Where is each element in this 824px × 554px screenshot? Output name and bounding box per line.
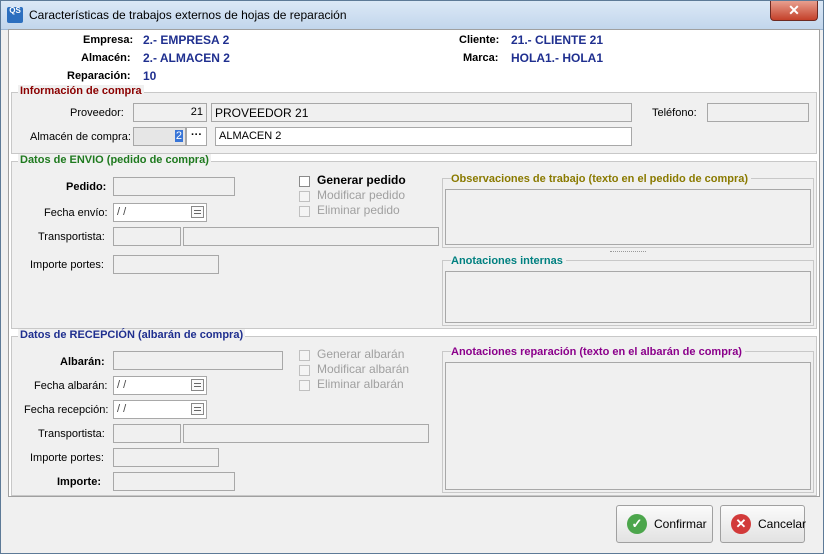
importe-label: Importe: <box>57 476 101 488</box>
almacen-compra-code: 2 <box>174 130 183 142</box>
generar-albaran-label: Generar albarán <box>317 347 405 361</box>
fecha-envio-field[interactable]: / / <box>113 203 207 222</box>
envio-legend: Datos de ENVIO (pedido de compra) <box>18 154 211 166</box>
importe-portes-envio-field[interactable] <box>113 255 219 274</box>
cancel-icon: ✕ <box>731 514 751 534</box>
empresa-label: Empresa: <box>83 34 134 46</box>
importe-portes-envio-label: Importe portes: <box>30 259 104 271</box>
cancelar-button[interactable]: ✕ Cancelar <box>720 505 807 543</box>
main-panel: Empresa: 2.- EMPRESA 2 Almacén: 2.- ALMA… <box>8 29 820 497</box>
eliminar-pedido-label: Eliminar pedido <box>317 203 400 217</box>
marca-label: Marca: <box>463 52 499 64</box>
generar-pedido-label: Generar pedido <box>317 173 406 187</box>
telefono-field[interactable] <box>707 103 809 122</box>
cliente-label: Cliente: <box>459 34 500 46</box>
recepcion-group: Datos de RECEPCIÓN (albarán de compra) A… <box>11 329 817 496</box>
almacen-compra-label: Almacén de compra: <box>30 131 131 143</box>
window-title: Características de trabajos externos de … <box>29 8 347 22</box>
modificar-albaran-label: Modificar albarán <box>317 362 410 376</box>
calendar-icon[interactable] <box>191 206 204 218</box>
albaran-field[interactable] <box>113 351 283 370</box>
calendar-icon[interactable] <box>191 379 204 391</box>
transportista-recepcion-name-field[interactable] <box>183 424 429 443</box>
almacen-compra-name-field[interactable]: ALMACEN 2 <box>215 127 632 146</box>
eliminar-albaran-checkbox[interactable] <box>299 380 310 391</box>
generar-albaran-checkbox[interactable] <box>299 350 310 361</box>
fecha-recepcion-label: Fecha recepción: <box>24 404 109 416</box>
compra-group: Información de compra Proveedor: 21 PROV… <box>11 85 817 154</box>
reparacion-label: Reparación: <box>67 70 131 82</box>
cliente-value: 21.- CLIENTE 21 <box>511 33 604 47</box>
anotaciones-reparacion-textarea[interactable] <box>445 362 811 490</box>
almacen-label: Almacén: <box>81 52 131 64</box>
confirmar-button[interactable]: ✓ Confirmar <box>616 505 713 543</box>
modificar-pedido-checkbox[interactable] <box>299 191 310 202</box>
eliminar-pedido-checkbox[interactable] <box>299 206 310 217</box>
fecha-recepcion-value: / / <box>117 403 127 415</box>
transportista-envio-name-field[interactable] <box>183 227 439 246</box>
modificar-pedido-label: Modificar pedido <box>317 188 406 202</box>
almacen-value: 2.- ALMACEN 2 <box>143 51 230 65</box>
generar-pedido-checkbox[interactable] <box>299 176 310 187</box>
eliminar-albaran-label: Eliminar albarán <box>317 377 404 391</box>
albaran-label: Albarán: <box>60 356 105 368</box>
check-icon: ✓ <box>627 514 647 534</box>
close-button[interactable]: ✕ <box>770 1 818 21</box>
anotaciones-internas-title: Anotaciones internas <box>451 255 566 267</box>
recepcion-legend: Datos de RECEPCIÓN (albarán de compra) <box>18 329 246 341</box>
importe-field[interactable] <box>113 472 235 491</box>
importe-portes-recepcion-label: Importe portes: <box>30 452 104 464</box>
envio-group: Datos de ENVIO (pedido de compra) Pedido… <box>11 154 817 329</box>
reparacion-value: 10 <box>143 69 157 83</box>
proveedor-code-field[interactable]: 21 <box>133 103 207 122</box>
observaciones-title: Observaciones de trabajo (texto en el pe… <box>451 173 752 185</box>
title-bar: QS Características de trabajos externos … <box>1 1 823 30</box>
fecha-albaran-label: Fecha albarán: <box>34 380 108 392</box>
almacen-compra-code-field[interactable]: 2 <box>133 127 186 146</box>
fecha-albaran-field[interactable]: / / <box>113 376 207 395</box>
telefono-label: Teléfono: <box>652 107 697 119</box>
pedido-field[interactable] <box>113 177 235 196</box>
fecha-envio-value: / / <box>117 206 127 218</box>
almacen-lookup-button[interactable]: ··· <box>186 127 207 146</box>
observaciones-textarea[interactable] <box>445 189 811 245</box>
fecha-albaran-value: / / <box>117 379 127 391</box>
pedido-label: Pedido: <box>66 181 107 193</box>
calendar-icon[interactable] <box>191 403 204 415</box>
marca-value: HOLA1.- HOLA1 <box>511 51 604 65</box>
importe-portes-recepcion-field[interactable] <box>113 448 219 467</box>
dialog-window: QS Características de trabajos externos … <box>0 0 824 554</box>
observaciones-group: Observaciones de trabajo (texto en el pe… <box>442 173 814 248</box>
transportista-recepcion-code-field[interactable] <box>113 424 181 443</box>
proveedor-label: Proveedor: <box>70 107 124 119</box>
fecha-recepcion-field[interactable]: / / <box>113 400 207 419</box>
proveedor-name-field[interactable]: PROVEEDOR 21 <box>211 103 632 122</box>
transportista-recepcion-label: Transportista: <box>38 428 105 440</box>
transportista-envio-label: Transportista: <box>38 231 105 243</box>
fecha-envio-label: Fecha envío: <box>44 207 108 219</box>
close-icon: ✕ <box>788 2 800 18</box>
splitter-handle[interactable] <box>610 251 646 254</box>
anotaciones-reparacion-group: Anotaciones reparación (texto en el alba… <box>442 346 814 493</box>
anotaciones-reparacion-title: Anotaciones reparación (texto en el alba… <box>451 346 745 358</box>
transportista-envio-code-field[interactable] <box>113 227 181 246</box>
confirmar-label: Confirmar <box>654 517 707 531</box>
anotaciones-internas-group: Anotaciones internas <box>442 255 814 326</box>
app-icon: QS <box>7 7 23 23</box>
cancelar-label: Cancelar <box>758 517 807 531</box>
modificar-albaran-checkbox[interactable] <box>299 365 310 376</box>
compra-legend: Información de compra <box>18 85 144 97</box>
empresa-value: 2.- EMPRESA 2 <box>143 33 230 47</box>
anotaciones-internas-textarea[interactable] <box>445 271 811 323</box>
